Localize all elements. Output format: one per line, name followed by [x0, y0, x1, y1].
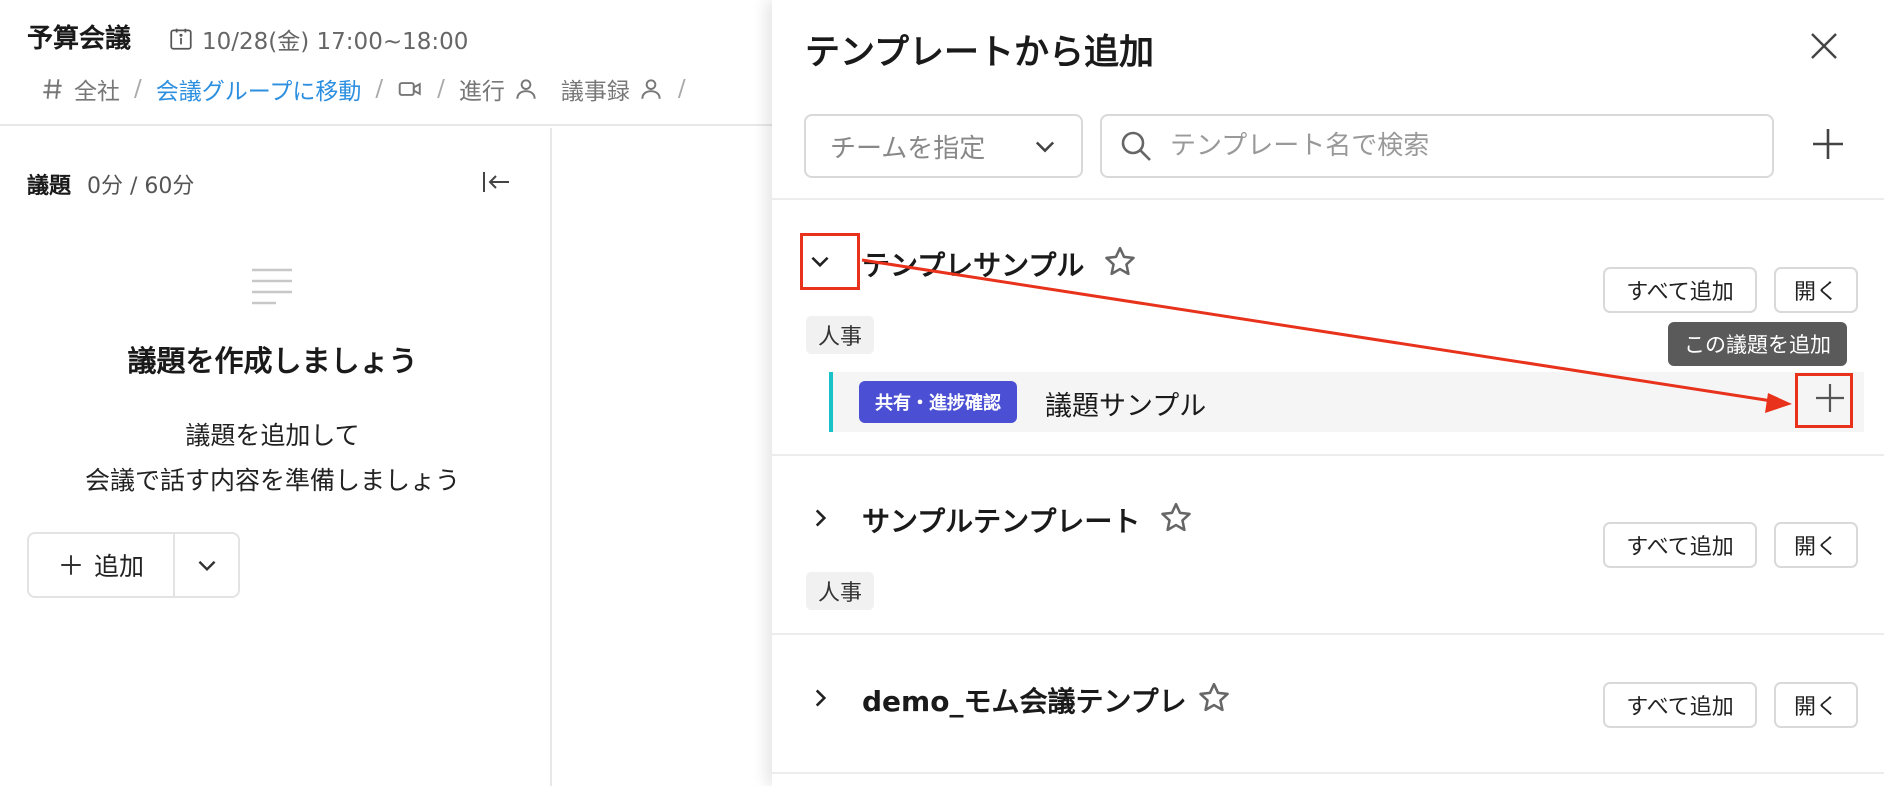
close-icon[interactable]	[1806, 28, 1842, 64]
divider	[772, 772, 1884, 774]
empty-state-description: 議題を追加して 会議で話す内容を準備しましょう	[0, 413, 545, 503]
panel-title: テンプレートから追加	[805, 33, 1154, 73]
agenda-title: 議題	[27, 174, 72, 199]
agenda-header: 議題 0分 / 60分	[27, 168, 194, 200]
new-template-plus-icon[interactable]	[1810, 126, 1846, 162]
search-input[interactable]	[1170, 131, 1750, 161]
person-icon[interactable]	[638, 76, 664, 102]
template-topic-row: 共有・進捗確認 議題サンプル	[829, 372, 1864, 432]
video-icon[interactable]	[397, 76, 423, 102]
calendar-info-icon	[170, 28, 192, 50]
chevron-down-icon	[1035, 141, 1055, 153]
empty-state-line: 会議で話す内容を準備しましょう	[84, 466, 460, 495]
open-button[interactable]: 開く	[1774, 267, 1858, 313]
open-button[interactable]: 開く	[1774, 682, 1858, 728]
agenda-column: 議題 0分 / 60分 議題を作成しましょう 議題を追加して 会議で話す内容を準…	[0, 128, 552, 786]
template-name[interactable]: demo_モム会議テンプレ	[862, 680, 1187, 720]
template-tag: 人事	[806, 572, 875, 610]
add-all-button[interactable]: すべて追加	[1603, 267, 1757, 313]
breadcrumb: 全社 / 会議グループに移動 / / 進行 議事録 /	[40, 72, 700, 106]
breadcrumb-org[interactable]: 全社	[74, 72, 120, 106]
star-icon[interactable]	[1158, 500, 1194, 536]
chevron-down-icon	[198, 560, 215, 572]
agenda-time-count: 0分 / 60分	[87, 174, 195, 199]
team-select-label: チームを指定	[830, 133, 986, 164]
breadcrumb-separator: /	[437, 76, 445, 102]
meeting-datetime-text: 10/28(金) 17:00~18:00	[202, 29, 469, 55]
topic-title: 議題サンプル	[1045, 391, 1207, 422]
plus-icon	[61, 555, 81, 575]
meeting-datetime[interactable]: 10/28(金) 17:00~18:00	[168, 22, 468, 56]
breadcrumb-separator: /	[677, 76, 686, 102]
template-panel: テンプレートから追加 チームを指定 テンプレサンプル すべて追加 開く 人事 共…	[772, 0, 1884, 786]
template-expand-toggle[interactable]	[800, 498, 840, 538]
meeting-header: 予算会議 10/28(金) 17:00~18:00 全社 / 会議グループに移動…	[0, 0, 772, 126]
template-tag: 人事	[806, 316, 875, 354]
chevron-right-icon	[815, 509, 827, 527]
hash-icon	[43, 79, 62, 99]
minutes-label[interactable]: 議事録	[561, 72, 630, 106]
divider	[772, 198, 1884, 200]
add-topic-tooltip: この議題を追加	[1668, 322, 1847, 366]
template-expand-toggle[interactable]	[800, 678, 840, 718]
star-icon[interactable]	[1102, 244, 1138, 280]
add-all-button[interactable]: すべて追加	[1603, 522, 1757, 568]
breadcrumb-separator: /	[375, 76, 384, 102]
search-icon	[1121, 131, 1151, 161]
add-agenda-label: 追加	[93, 552, 144, 581]
template-name[interactable]: サンプルテンプレート	[862, 500, 1140, 540]
topic-category-badge: 共有・進捗確認	[859, 381, 1017, 423]
breadcrumb-separator: /	[134, 76, 142, 102]
chevron-down-icon	[811, 256, 829, 268]
empty-state-title: 議題を作成しましょう	[127, 344, 418, 378]
add-agenda-dropdown[interactable]	[175, 534, 238, 596]
divider	[772, 454, 1884, 456]
star-icon[interactable]	[1196, 680, 1232, 716]
template-expand-toggle[interactable]	[800, 241, 840, 281]
add-topic-button[interactable]	[1804, 372, 1856, 424]
facilitator-label[interactable]: 進行	[459, 72, 505, 106]
open-button[interactable]: 開く	[1774, 522, 1858, 568]
person-icon[interactable]	[513, 76, 539, 102]
add-agenda-split-button: 追加	[27, 532, 240, 598]
meeting-title: 予算会議	[27, 24, 132, 54]
team-select[interactable]: チームを指定	[804, 114, 1083, 178]
chevron-right-icon	[815, 689, 827, 707]
meeting-group-link[interactable]: 会議グループに移動	[156, 72, 362, 106]
collapse-left-icon[interactable]	[480, 168, 512, 196]
divider	[772, 633, 1884, 635]
add-agenda-button[interactable]: 追加	[29, 534, 175, 596]
template-search	[1100, 114, 1774, 178]
template-name[interactable]: テンプレサンプル	[862, 244, 1084, 284]
add-all-button[interactable]: すべて追加	[1603, 682, 1757, 728]
empty-state-line: 議題を追加して	[185, 421, 360, 450]
list-lines-icon	[252, 268, 292, 305]
plus-icon	[1816, 384, 1844, 412]
